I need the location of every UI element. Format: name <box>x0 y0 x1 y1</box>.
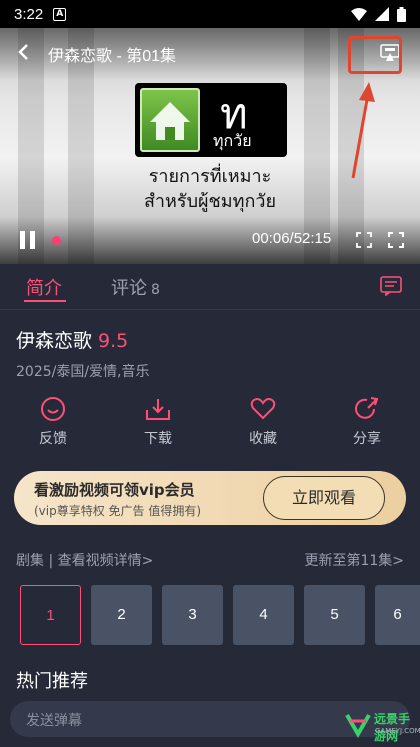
cast-highlight-box <box>348 36 402 74</box>
feedback-icon <box>41 397 65 421</box>
watermark: 远景手游网 GAMEYJ.COM <box>344 706 420 743</box>
show-meta: 2025/泰国/爱情,音乐 <box>16 364 150 380</box>
share-button[interactable]: 分享 <box>337 396 397 448</box>
pause-icon[interactable] <box>20 231 36 249</box>
danmaku-list-icon[interactable] <box>380 276 402 296</box>
show-title: 伊森恋歌 9.5 <box>16 326 128 353</box>
hot-recommend-title: 热门推荐 <box>16 671 88 692</box>
feedback-label: 反馈 <box>39 431 67 447</box>
tab-comments-label: 评论 <box>111 278 147 299</box>
vip-title: 看激励视频可领vip会员 <box>34 481 195 499</box>
episode-details-link[interactable]: 剧集 | 查看视频详情> <box>16 550 153 570</box>
episode-5[interactable]: 5 <box>304 585 365 645</box>
watermark-logo-icon <box>345 713 371 738</box>
download-button[interactable]: 下载 <box>128 396 188 448</box>
episode-3[interactable]: 3 <box>162 585 223 645</box>
episode-2[interactable]: 2 <box>91 585 152 645</box>
watermark-url: GAMEYJ.COM <box>375 727 420 735</box>
vip-subtitle: (vip尊享特权 免广告 值得拥有) <box>34 504 202 518</box>
status-bar: 3:22 A <box>0 0 420 28</box>
action-row: 反馈 下载 收藏 分享 <box>0 396 420 454</box>
download-label: 下载 <box>144 431 172 447</box>
share-label: 分享 <box>353 431 381 447</box>
episode-6[interactable]: 6 <box>375 585 420 645</box>
video-player[interactable]: 伊森恋歌 - 第01集 ท ทุกวัย รายการที่เหมาะ สำหร… <box>0 28 420 264</box>
vip-banner: 看激励视频可领vip会员 (vip尊享特权 免广告 值得拥有) 立即观看 <box>14 471 406 525</box>
battery-icon <box>397 6 406 22</box>
download-icon <box>146 399 170 420</box>
fullscreen-corners-icon[interactable] <box>356 232 372 248</box>
episode-1[interactable]: 1 <box>20 585 81 645</box>
signal-icon <box>375 7 389 21</box>
heart-icon <box>250 398 276 420</box>
favorite-button[interactable]: 收藏 <box>233 396 293 448</box>
playback-time: 00:06/52:15 <box>252 230 332 247</box>
rating-logo: ท ทุกวัย <box>135 83 287 157</box>
tab-comments[interactable]: 评论 8 <box>111 274 160 300</box>
episode-4[interactable]: 4 <box>233 585 294 645</box>
feedback-button[interactable]: 反馈 <box>23 396 83 448</box>
show-score: 9.5 <box>98 330 129 352</box>
player-controls: 00:06/52:15 <box>0 220 420 264</box>
status-time: 3:22 <box>14 5 44 23</box>
back-arrow-icon[interactable] <box>14 42 34 62</box>
episode-update-link[interactable]: 更新至第11集> <box>304 550 404 570</box>
rating-text-line2: สำหรับผู้ชมทุกวัย <box>143 191 277 212</box>
fullscreen-icon[interactable] <box>388 232 404 248</box>
notification-badge-icon: A <box>53 7 67 21</box>
favorite-label: 收藏 <box>249 431 277 447</box>
video-title: 伊森恋歌 - 第01集 <box>48 48 177 65</box>
house-icon <box>140 88 200 152</box>
danmaku-placeholder: 发送弹幕 <box>26 713 82 729</box>
watch-now-button[interactable]: 立即观看 <box>263 476 385 520</box>
progress-handle[interactable] <box>52 236 61 245</box>
tab-active-underline <box>24 300 66 302</box>
wifi-icon <box>351 7 367 21</box>
comment-count: 8 <box>151 282 160 298</box>
detail-tabs: 简介 评论 8 <box>0 264 420 310</box>
episode-list: 1 2 3 4 5 6 <box>20 585 420 645</box>
rating-logo-word: ทุกวัย <box>213 131 252 150</box>
tab-intro[interactable]: 简介 <box>26 274 62 300</box>
annotation-arrow-icon <box>351 82 375 179</box>
show-name: 伊森恋歌 <box>16 330 93 352</box>
share-icon <box>355 397 379 419</box>
